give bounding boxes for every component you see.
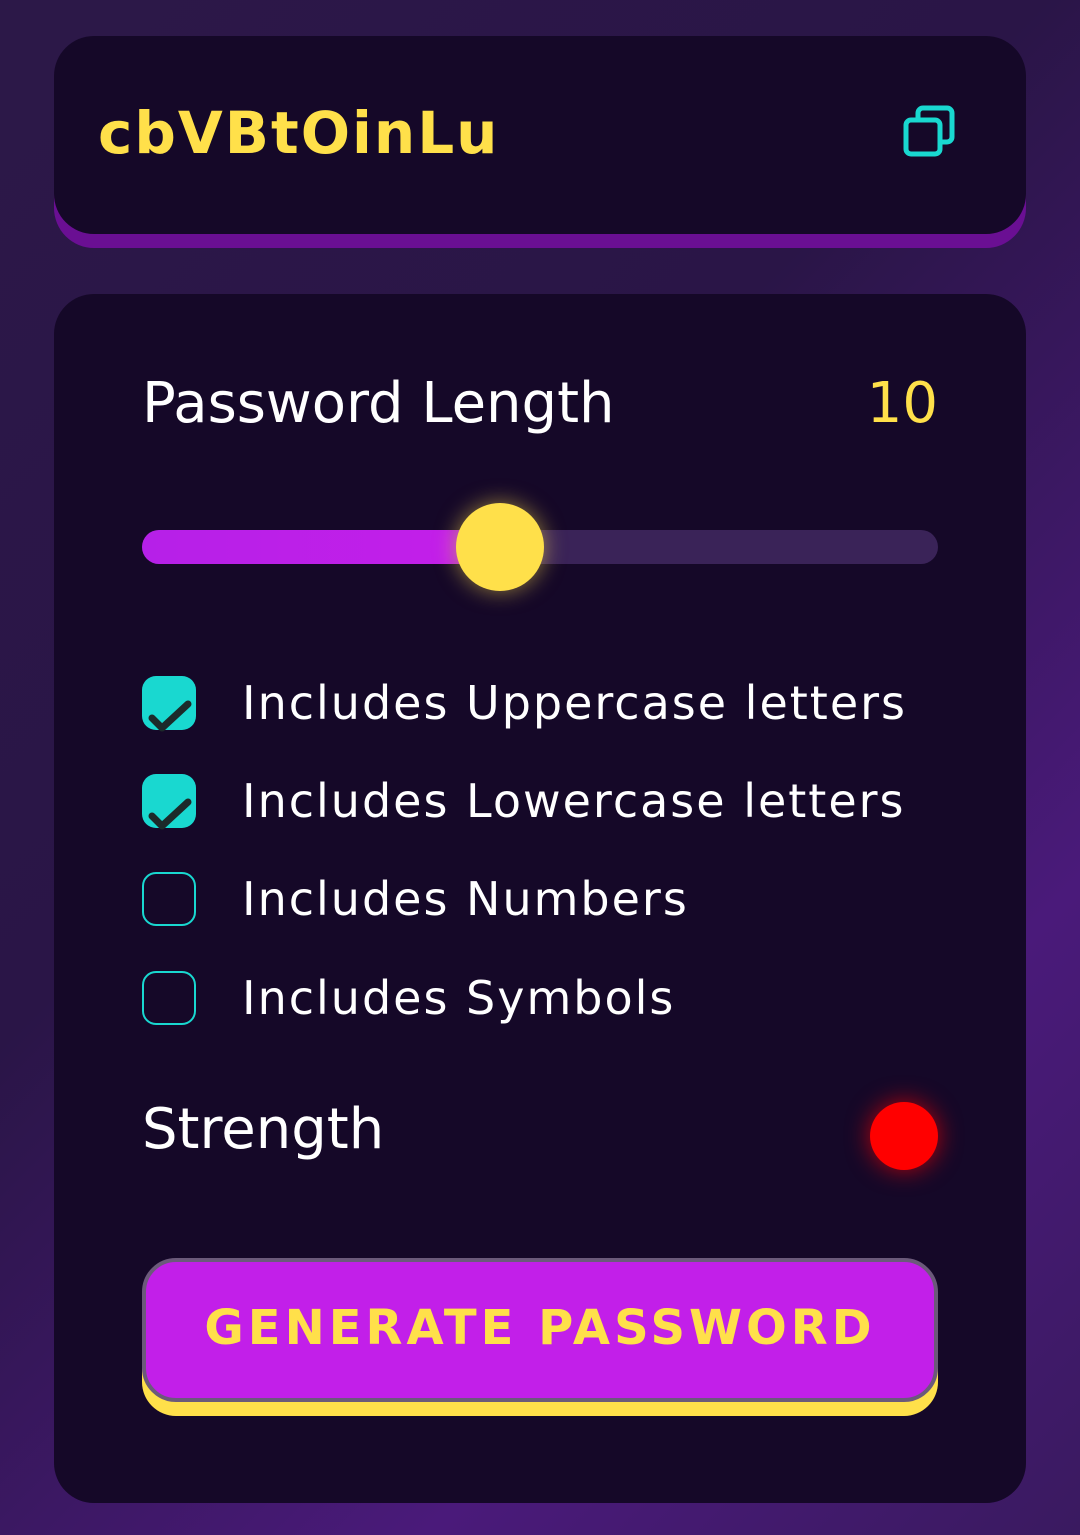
password-output-card: cbVBtOinLu [54,36,1026,234]
checkmark-icon [148,798,192,830]
uppercase-checkbox[interactable] [142,676,196,732]
slider-fill [142,530,501,564]
symbols-label: Includes Symbols [242,971,676,1025]
slider-thumb[interactable] [456,503,545,591]
option-numbers[interactable]: Includes Numbers [142,872,942,932]
strength-label: Strength [142,1097,385,1162]
option-uppercase[interactable]: Includes Uppercase letters [142,676,942,736]
checkmark-icon [148,700,192,732]
option-lowercase[interactable]: Includes Lowercase letters [142,774,942,834]
strength-indicator [870,1102,938,1170]
generate-password-button[interactable]: GENERATE PASSWORD [142,1258,938,1402]
uppercase-label: Includes Uppercase letters [242,676,908,730]
generate-button-label: GENERATE PASSWORD [204,1300,876,1356]
numbers-checkbox[interactable] [142,872,196,926]
option-symbols[interactable]: Includes Symbols [142,971,942,1031]
settings-card: Password Length 10 Includes Uppercase le… [54,294,1026,1503]
lowercase-label: Includes Lowercase letters [242,774,906,828]
generated-password: cbVBtOinLu [98,99,500,167]
symbols-checkbox[interactable] [142,971,196,1025]
password-length-label: Password Length [142,371,615,436]
copy-icon [903,105,955,157]
lowercase-checkbox[interactable] [142,774,196,830]
password-length-value: 10 [866,371,938,436]
numbers-label: Includes Numbers [242,872,689,926]
copy-button[interactable] [900,102,960,162]
length-slider[interactable] [142,494,938,594]
